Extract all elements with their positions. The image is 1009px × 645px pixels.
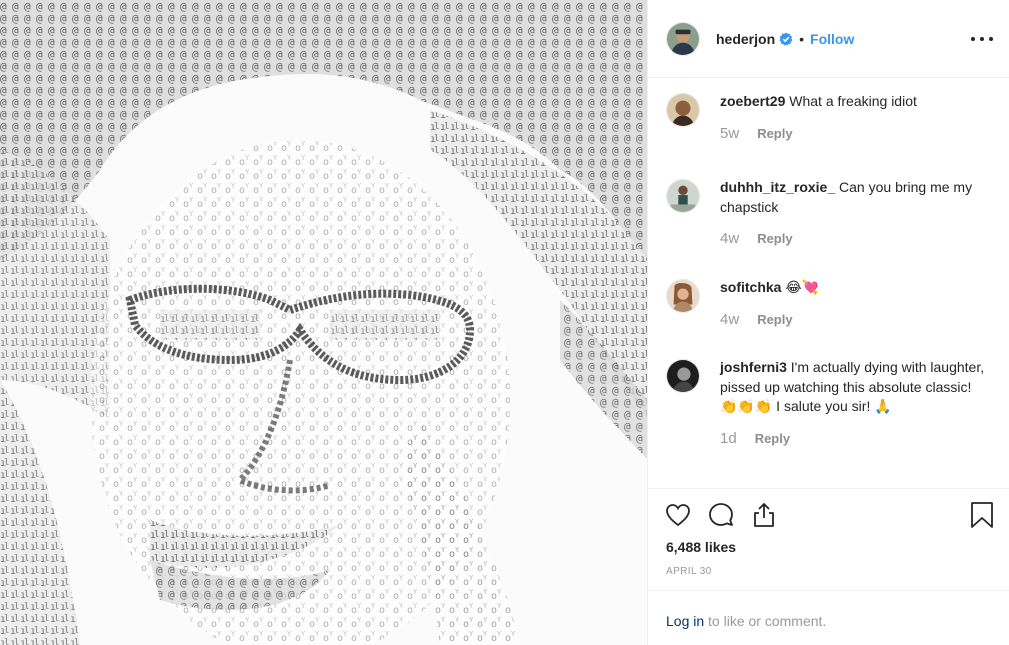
bookmark-icon[interactable] (969, 501, 995, 529)
heart-icon[interactable] (664, 501, 692, 529)
commenter-avatar-image (667, 280, 699, 312)
more-dot (989, 37, 993, 41)
post-date[interactable]: April 30 (666, 566, 712, 577)
comment-username[interactable]: sofitchka (720, 279, 781, 295)
commenter-avatar[interactable] (666, 93, 700, 127)
comment-icon[interactable] (707, 501, 735, 529)
post-side-panel: hederjon • Follow zoebert29 What a freak… (648, 0, 1009, 645)
more-options-icon[interactable] (971, 28, 993, 50)
commenter-avatar-image (667, 180, 699, 212)
share-icon[interactable] (750, 501, 778, 529)
commenter-avatar-image (667, 360, 699, 392)
author-avatar[interactable] (666, 21, 700, 56)
comments-list[interactable]: zoebert29 What a freaking idiot 5w Reply (648, 78, 1009, 488)
comment-time[interactable]: 5w (720, 124, 739, 144)
follow-button[interactable]: Follow (810, 31, 854, 47)
login-link[interactable]: Log in (666, 613, 704, 629)
comment-body: duhhh_itz_roxie_ Can you bring me my cha… (720, 178, 990, 278)
more-dot (980, 37, 984, 41)
comment-username[interactable]: duhhh_itz_roxie_ (720, 179, 835, 195)
author-avatar-image (667, 22, 699, 55)
comment-time[interactable]: 1d (720, 429, 737, 449)
comment-item: joshferni3 I'm actually dying with laugh… (666, 358, 991, 488)
commenter-avatar[interactable] (666, 279, 700, 313)
reply-button[interactable]: Reply (755, 429, 790, 449)
commenter-avatar-image (667, 94, 699, 126)
reply-button[interactable]: Reply (757, 310, 792, 330)
post-image[interactable]: o Y ı l @ (0, 0, 648, 645)
instagram-post: o Y ı l @ (0, 0, 1009, 645)
header-separator: • (799, 30, 805, 47)
comment-text: 😂💘 (785, 279, 820, 295)
comment-username[interactable]: zoebert29 (720, 93, 785, 109)
comment-time[interactable]: 4w (720, 229, 739, 249)
comment-text: What a freaking idiot (789, 93, 917, 109)
comment-item: duhhh_itz_roxie_ Can you bring me my cha… (666, 178, 991, 278)
comment-username[interactable]: joshferni3 (720, 359, 787, 375)
typographic-portrait-image: o Y ı l @ (0, 0, 647, 645)
more-dot (971, 37, 975, 41)
comment-body: joshferni3 I'm actually dying with laugh… (720, 358, 990, 488)
comment-time[interactable]: 4w (720, 310, 739, 330)
post-header: hederjon • Follow (648, 0, 1009, 78)
comment-meta: 5w Reply (720, 124, 990, 144)
action-icons (664, 501, 793, 529)
comment-meta: 4w Reply (720, 310, 990, 330)
comment-meta: 4w Reply (720, 229, 990, 249)
author-username[interactable]: hederjon (716, 31, 775, 47)
likes-count[interactable]: 6,488 likes (666, 539, 736, 555)
comment-body: sofitchka 😂💘 4w Reply (720, 278, 990, 358)
comment-meta: 1d Reply (720, 429, 990, 449)
post-actions: 6,488 likes April 30 (648, 488, 1009, 590)
reply-button[interactable]: Reply (757, 229, 792, 249)
login-prompt: Log in to like or comment. (648, 590, 1009, 645)
comment-item: sofitchka 😂💘 4w Reply (666, 278, 991, 358)
commenter-avatar[interactable] (666, 179, 700, 213)
reply-button[interactable]: Reply (757, 124, 792, 144)
verified-badge-icon (779, 32, 793, 46)
login-prompt-text: to like or comment. (704, 613, 827, 629)
comment-item: zoebert29 What a freaking idiot 5w Reply (666, 92, 991, 178)
comment-body: zoebert29 What a freaking idiot 5w Reply (720, 92, 990, 178)
commenter-avatar[interactable] (666, 359, 700, 393)
